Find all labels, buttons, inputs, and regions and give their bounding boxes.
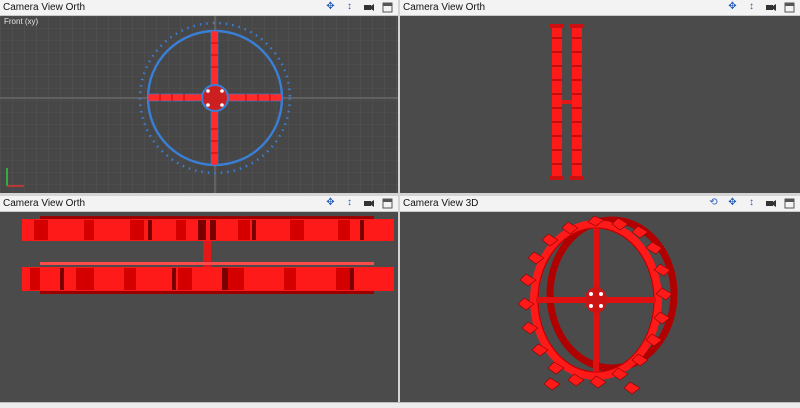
view-orientation-label: Front (xy) [4,17,39,26]
viewport-header: Camera View Orth ✥ ↕ [0,0,398,16]
viewport-top-ortho[interactable]: Camera View Orth ✥ ↕ [0,196,398,402]
maximize-icon[interactable] [381,197,394,209]
viewport-title: Camera View Orth [403,2,486,13]
side-view-drawing [400,16,800,193]
viewport-canvas[interactable] [400,212,800,402]
front-view-drawing [0,16,398,193]
viewport-title: Camera View Orth [3,198,86,209]
viewport-toolbar: ⟲ ✥ ↕ [707,197,796,209]
axle [562,100,572,104]
maximize-icon[interactable] [381,1,394,13]
zoom-arrows-icon[interactable]: ↕ [745,197,758,209]
viewport-title: Camera View Orth [3,2,86,13]
wheel-side-right [570,24,584,180]
status-bar [0,402,800,408]
viewport-header: Camera View Orth ✥ ↕ [0,196,398,212]
viewport-canvas[interactable] [0,212,398,402]
viewport-toolbar: ✥ ↕ [324,1,394,13]
viewport-3d[interactable]: Camera View 3D ⟲ ✥ ↕ [400,196,800,402]
top-view-drawing [0,212,398,402]
wheel-top-lower [22,267,394,294]
camera-icon[interactable] [764,1,777,13]
viewport-toolbar: ✥ ↕ [726,1,796,13]
camera-icon[interactable] [362,1,375,13]
viewport-toolbar: ✥ ↕ [324,197,394,209]
move-arrows-icon[interactable]: ✥ [726,197,739,209]
viewport-canvas[interactable] [400,16,800,193]
maximize-icon[interactable] [783,1,796,13]
camera-icon[interactable] [764,197,777,209]
move-arrows-icon[interactable]: ✥ [324,197,337,209]
zoom-arrows-icon[interactable]: ↕ [343,1,356,13]
viewport-header: Camera View Orth ✥ ↕ [400,0,800,16]
viewport-header: Camera View 3D ⟲ ✥ ↕ [400,196,800,212]
viewport-side-ortho[interactable]: Camera View Orth ✥ ↕ [400,0,800,193]
viewport-title: Camera View 3D [403,198,479,209]
move-arrows-icon[interactable]: ✥ [324,1,337,13]
wheel-top-upper [22,216,394,241]
orbit-icon[interactable]: ⟲ [707,197,720,209]
hub [201,84,229,112]
wheel-side-left [550,24,564,180]
maximize-icon[interactable] [783,197,796,209]
zoom-arrows-icon[interactable]: ↕ [343,197,356,209]
move-arrows-icon[interactable]: ✥ [726,1,739,13]
perspective-view-drawing [400,212,800,402]
viewport-canvas[interactable] [0,16,398,193]
zoom-arrows-icon[interactable]: ↕ [745,1,758,13]
camera-icon[interactable] [362,197,375,209]
viewport-front-ortho[interactable]: Camera View Orth ✥ ↕ Front (xy) [0,0,398,193]
